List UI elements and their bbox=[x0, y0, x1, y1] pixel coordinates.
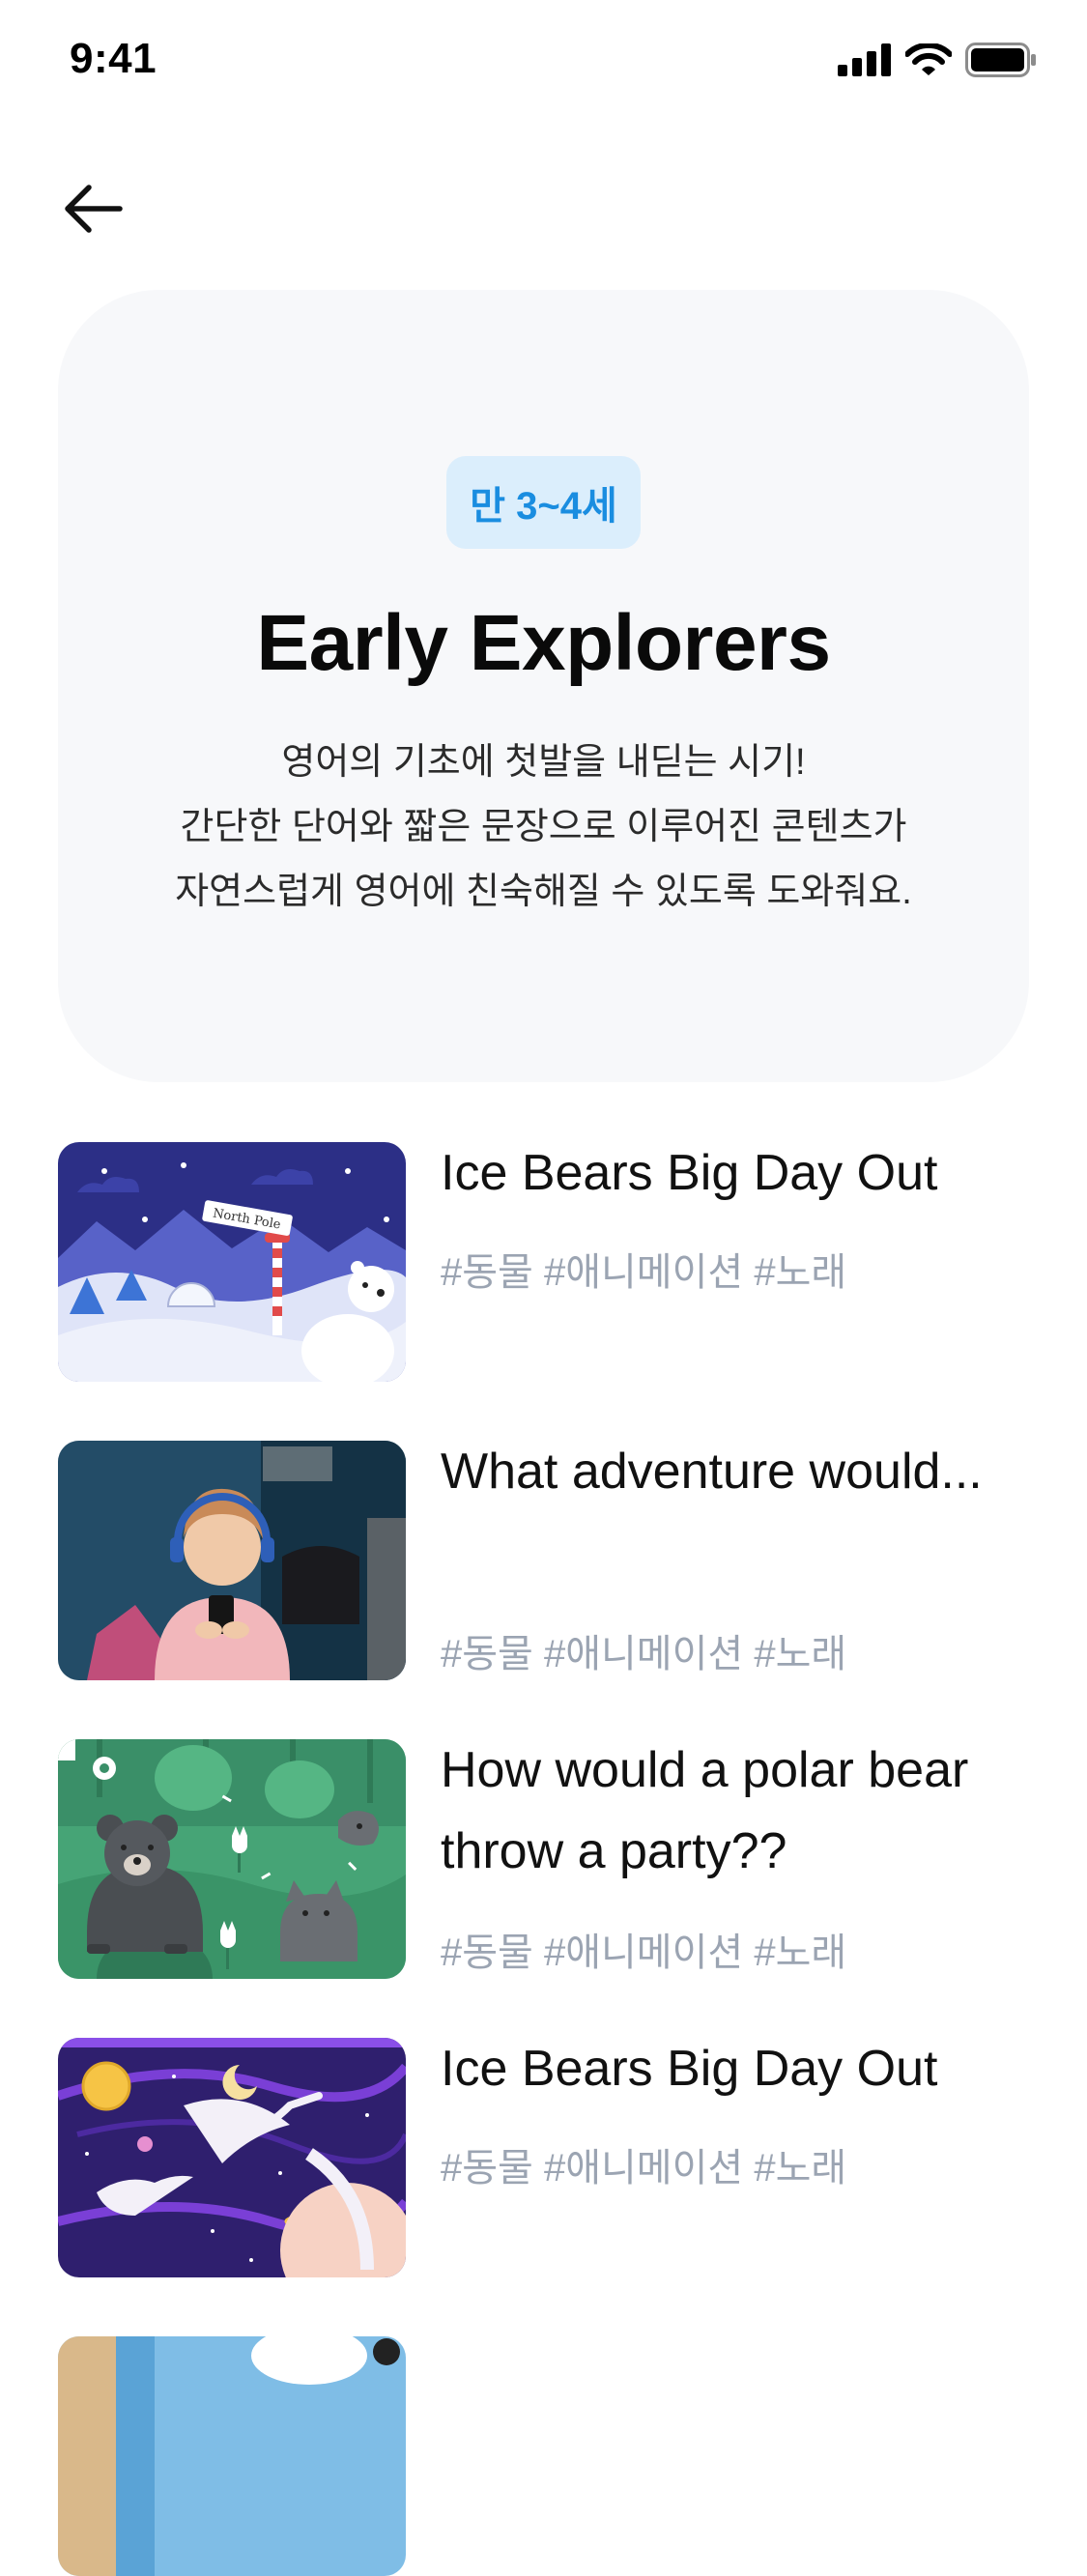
wifi-icon bbox=[904, 42, 953, 81]
video-tags: #동물 #애니메이션 #노래 bbox=[441, 1932, 847, 1974]
video-list-item[interactable]: What adventure would... #동물 #애니메이션 #노래 bbox=[58, 1441, 1029, 1680]
video-tags: #동물 #애니메이션 #노래 bbox=[441, 1633, 847, 1675]
page-title: Early Explorers bbox=[256, 599, 831, 687]
description-line: 자연스럽게 영어에 친숙해질 수 있도록 도와줘요. bbox=[175, 872, 912, 912]
back-button[interactable] bbox=[54, 172, 131, 249]
video-title: How would a polar bear throw a party?? bbox=[441, 1730, 968, 1892]
status-time: 9:41 bbox=[70, 35, 157, 82]
video-thumbnail bbox=[58, 1739, 406, 1979]
video-list-item[interactable]: North Pole Ice Bears Big Day Out #동물 #애니… bbox=[58, 1142, 1029, 1382]
video-title-line: What adventure would... bbox=[441, 1444, 983, 1500]
video-title-line: Ice Bears Big Day Out bbox=[441, 2041, 938, 2097]
video-tags: #동물 #애니메이션 #노래 bbox=[441, 1251, 847, 1294]
status-bar: 9:41 bbox=[0, 0, 1087, 128]
video-list-item[interactable] bbox=[58, 2336, 1029, 2576]
video-tags: #동물 #애니메이션 #노래 bbox=[441, 2147, 847, 2190]
description-line: 영어의 기초에 첫발을 내딛는 시기! bbox=[281, 742, 806, 783]
video-title: What adventure would... bbox=[441, 1431, 983, 1512]
video-title: Ice Bears Big Day Out bbox=[441, 1132, 937, 1214]
back-arrow-icon bbox=[62, 184, 124, 239]
video-thumbnail bbox=[58, 1441, 406, 1680]
video-title-line: Ice Bears Big Day Out bbox=[441, 1145, 938, 1201]
video-thumbnail bbox=[58, 2336, 406, 2576]
video-title-line: throw a party?? bbox=[441, 1823, 787, 1879]
description-line: 간단한 단어와 짧은 문장으로 이루어진 콘텐츠가 bbox=[180, 807, 907, 847]
video-title-line: How would a polar bear bbox=[441, 1742, 969, 1798]
signal-icon bbox=[838, 43, 892, 81]
status-icons bbox=[838, 42, 1037, 82]
video-list-item[interactable]: How would a polar bear throw a party?? #… bbox=[58, 1739, 1029, 1979]
video-thumbnail: North Pole bbox=[58, 1142, 406, 1382]
video-list-item[interactable]: Ice Bears Big Day Out #동물 #애니메이션 #노래 bbox=[58, 2038, 1029, 2277]
video-thumbnail bbox=[58, 2038, 406, 2277]
battery-icon bbox=[965, 43, 1037, 82]
program-intro-card: 만 3~4세 Early Explorers 영어의 기초에 첫발을 내딛는 시… bbox=[58, 290, 1029, 1082]
program-description: 영어의 기초에 첫발을 내딛는 시기! 간단한 단어와 짧은 문장으로 이루어진… bbox=[175, 730, 912, 925]
age-badge: 만 3~4세 bbox=[446, 456, 641, 549]
video-title: Ice Bears Big Day Out bbox=[441, 2028, 937, 2109]
